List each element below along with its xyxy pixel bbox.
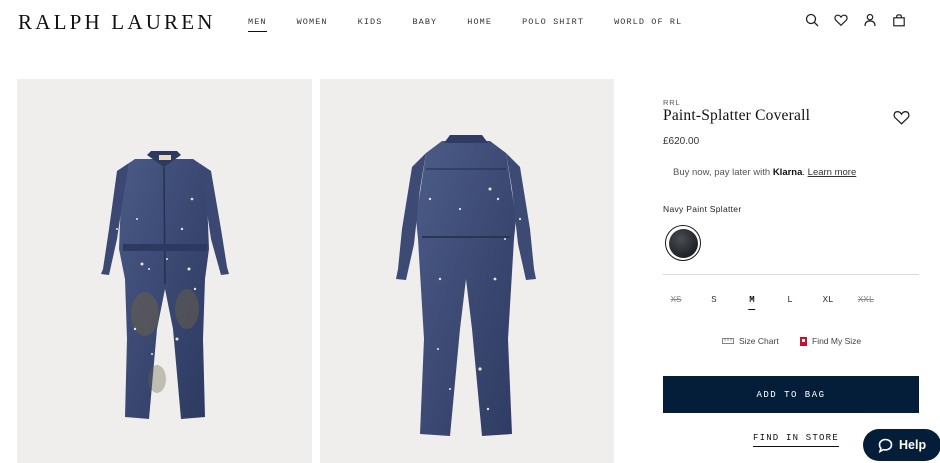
add-to-bag-button[interactable]: ADD TO BAG (663, 376, 919, 413)
find-my-size-link[interactable]: Find My Size (800, 336, 861, 346)
divider (663, 274, 919, 275)
main-nav: MEN WOMEN KIDS BABY HOME POLO SHIRT WORL… (248, 17, 712, 32)
size-selector: XS S M L XL XXL (663, 295, 919, 310)
size-s[interactable]: S (711, 295, 716, 305)
fit-finder-icon (800, 336, 807, 346)
product-price: £620.00 (663, 136, 700, 147)
product-title: Paint-Splatter Coverall (663, 107, 811, 124)
account-icon[interactable] (862, 12, 877, 28)
nav-kids[interactable]: KIDS (358, 17, 383, 27)
size-chart-link[interactable]: Size Chart (722, 336, 779, 346)
coverall-front-illustration (101, 151, 229, 419)
logo[interactable]: RALPH LAUREN (18, 10, 216, 35)
size-m[interactable]: M (748, 295, 757, 310)
wishlist-heart-icon[interactable] (893, 110, 910, 125)
size-l[interactable]: L (787, 295, 792, 305)
help-label: Help (899, 438, 927, 452)
nav-world-of-rl[interactable]: WORLD OF RL (614, 17, 682, 27)
nav-men[interactable]: MEN (248, 17, 267, 32)
size-chart-label: Size Chart (739, 336, 779, 346)
find-in-store-link[interactable]: FIND IN STORE (753, 433, 839, 447)
find-my-size-label: Find My Size (812, 336, 862, 346)
klarna-learn-more-link[interactable]: Learn more (808, 167, 857, 178)
search-icon[interactable] (804, 12, 819, 28)
heart-icon[interactable] (833, 12, 848, 28)
klarna-logo: Klarna (772, 167, 803, 178)
product-brand: RRL (663, 98, 681, 107)
size-xl[interactable]: XL (823, 295, 834, 305)
coverall-back-illustration (396, 135, 536, 436)
size-xs[interactable]: XS (671, 295, 682, 305)
size-xxl[interactable]: XXL (858, 295, 874, 305)
color-swatch-navy[interactable] (665, 225, 701, 261)
nav-polo-shirt[interactable]: POLO SHIRT (522, 17, 584, 27)
ruler-icon (722, 337, 734, 345)
bag-icon[interactable] (891, 12, 906, 28)
site-header: RALPH LAUREN MEN WOMEN KIDS BABY HOME PO… (0, 0, 940, 46)
swatch-dot (668, 228, 698, 258)
color-name: Navy Paint Splatter (663, 204, 742, 214)
help-button[interactable]: Help (863, 429, 940, 461)
product-image-front[interactable] (17, 79, 312, 463)
product-image-back[interactable] (320, 79, 614, 463)
nav-women[interactable]: WOMEN (297, 17, 328, 27)
nav-home[interactable]: HOME (467, 17, 492, 27)
header-icons (804, 12, 920, 28)
chat-bubble-icon (878, 438, 893, 453)
klarna-text: Buy now, pay later with (673, 167, 771, 178)
klarna-message: Buy now, pay later with Klarna. Learn mo… (673, 167, 857, 178)
nav-baby[interactable]: BABY (412, 17, 437, 27)
